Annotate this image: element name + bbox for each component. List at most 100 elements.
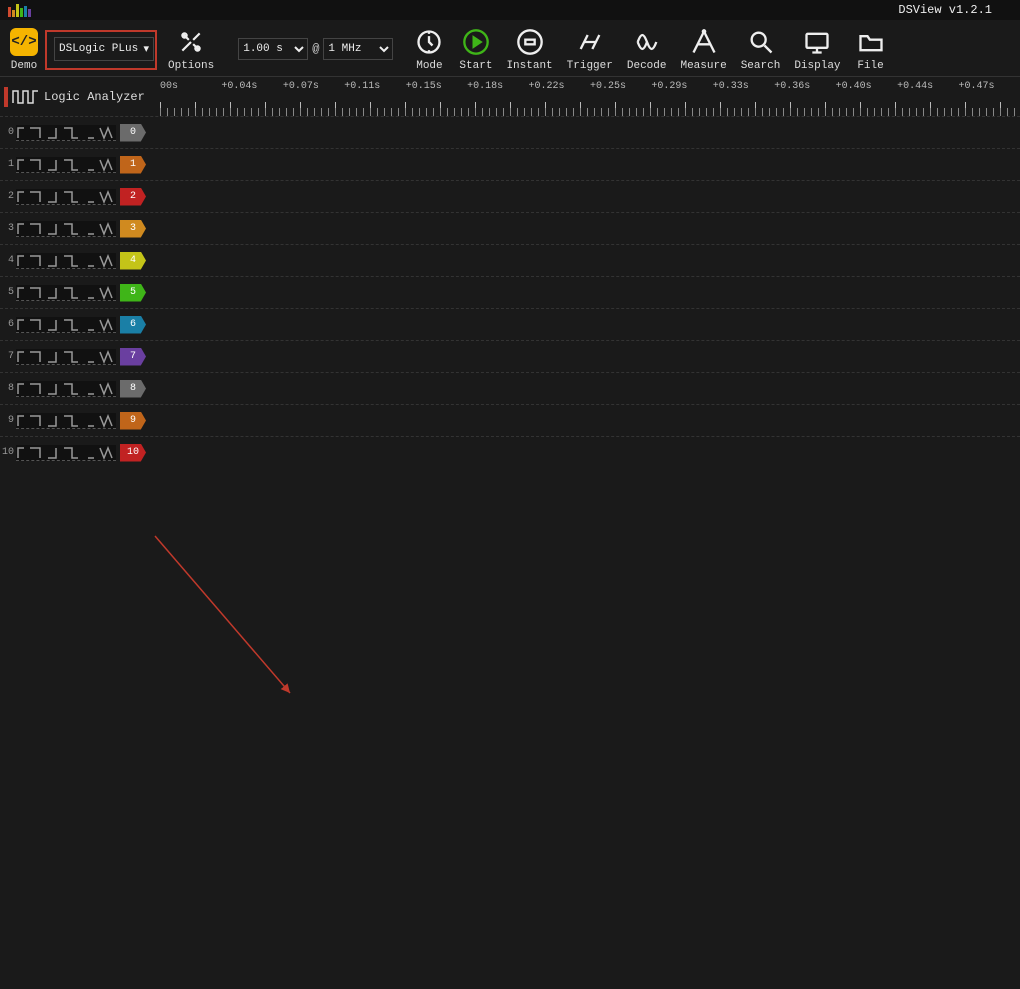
app-title: DSView v1.2.1	[898, 3, 992, 17]
trigger-pattern[interactable]	[16, 285, 116, 301]
signal-area[interactable]	[146, 341, 1020, 372]
channel-index: 7	[0, 351, 16, 362]
channel-index: 5	[0, 287, 16, 298]
channel-index: 3	[0, 223, 16, 234]
channel-row: 66	[0, 308, 1020, 340]
channel-row: 44	[0, 244, 1020, 276]
channel-row: 77	[0, 340, 1020, 372]
trigger-pattern[interactable]	[16, 221, 116, 237]
channel-badge[interactable]: 3	[120, 220, 146, 238]
channel-badge[interactable]: 9	[120, 412, 146, 430]
device-select[interactable]: DSLogic PLus ▾	[54, 37, 154, 61]
channel-index: 0	[0, 127, 16, 138]
frequency-select[interactable]: 1 MHz	[323, 38, 393, 60]
time-tick: +0.47s	[958, 81, 1019, 92]
signal-area[interactable]	[146, 309, 1020, 340]
mode-icon	[413, 26, 445, 58]
signal-area[interactable]	[146, 373, 1020, 404]
time-tick: +0.36s	[774, 81, 835, 92]
signal-area[interactable]	[146, 117, 1020, 148]
trigger-pattern[interactable]	[16, 125, 116, 141]
channel-row: 10 10	[0, 436, 1020, 468]
channel-index: 10	[0, 447, 16, 458]
trigger-pattern[interactable]	[16, 349, 116, 365]
channel-index: 2	[0, 191, 16, 202]
measure-button[interactable]: Measure	[680, 26, 726, 72]
signal-area[interactable]	[146, 437, 1020, 468]
time-tick: +0.25s	[590, 81, 651, 92]
channel-badge[interactable]: 7	[120, 348, 146, 366]
time-ruler[interactable]: 00s+0.04s+0.07s+0.11s+0.15s+0.18s+0.22s+…	[160, 77, 1020, 116]
trigger-pattern[interactable]	[16, 253, 116, 269]
trigger-pattern[interactable]	[16, 445, 116, 461]
trigger-icon	[574, 26, 606, 58]
time-tick: +0.11s	[344, 81, 405, 92]
signal-area[interactable]	[146, 213, 1020, 244]
channel-row: 88	[0, 372, 1020, 404]
channel-row: 33	[0, 212, 1020, 244]
channel-badge[interactable]: 8	[120, 380, 146, 398]
options-button[interactable]: Options	[168, 26, 214, 72]
tools-icon	[175, 26, 207, 58]
channel-badge[interactable]: 5	[120, 284, 146, 302]
trigger-pattern[interactable]	[16, 381, 116, 397]
annotation-arrow	[0, 468, 1020, 989]
time-tick: 00s	[160, 81, 221, 92]
decode-icon	[631, 26, 663, 58]
channel-index: 9	[0, 415, 16, 426]
file-button[interactable]: File	[855, 26, 887, 72]
time-tick: +0.04s	[221, 81, 282, 92]
channel-badge[interactable]: 2	[120, 188, 146, 206]
channel-index: 8	[0, 383, 16, 394]
decode-button[interactable]: Decode	[627, 26, 667, 72]
duration-select[interactable]: 1.00 s	[238, 38, 308, 60]
channel-index: 1	[0, 159, 16, 170]
time-tick: +0.44s	[897, 81, 958, 92]
time-tick: +0.22s	[529, 81, 590, 92]
analyzer-label: Logic Analyzer	[44, 90, 145, 104]
signal-area[interactable]	[146, 181, 1020, 212]
channel-badge[interactable]: 1	[120, 156, 146, 174]
display-button[interactable]: Display	[794, 26, 840, 72]
channel-row: 55	[0, 276, 1020, 308]
channel-row: 00	[0, 116, 1020, 148]
waveform-icon	[12, 88, 40, 106]
search-button[interactable]: Search	[741, 26, 781, 72]
at-label: @	[312, 42, 319, 56]
channel-index: 6	[0, 319, 16, 330]
measure-icon	[688, 26, 720, 58]
channel-row: 22	[0, 180, 1020, 212]
app-logo	[8, 3, 31, 17]
marker-bar	[4, 87, 8, 107]
play-icon	[460, 26, 492, 58]
time-tick: +0.33s	[713, 81, 774, 92]
time-tick: +0.40s	[836, 81, 897, 92]
channel-badge[interactable]: 4	[120, 252, 146, 270]
instant-button[interactable]: Instant	[506, 26, 552, 72]
time-tick: +0.07s	[283, 81, 344, 92]
channel-badge[interactable]: 6	[120, 316, 146, 334]
time-tick: +0.18s	[467, 81, 528, 92]
mode-button[interactable]: Mode	[413, 26, 445, 72]
display-icon	[801, 26, 833, 58]
robot-icon: </>	[10, 28, 38, 56]
trigger-pattern[interactable]	[16, 413, 116, 429]
signal-area[interactable]	[146, 405, 1020, 436]
trigger-pattern[interactable]	[16, 317, 116, 333]
chevron-down-icon: ▾	[143, 42, 149, 56]
trigger-pattern[interactable]	[16, 189, 116, 205]
start-button[interactable]: Start	[459, 26, 492, 72]
time-tick: +0.29s	[651, 81, 712, 92]
channel-row: 99	[0, 404, 1020, 436]
channel-badge[interactable]: 0	[120, 124, 146, 142]
channel-badge[interactable]: 10	[120, 444, 146, 462]
signal-area[interactable]	[146, 149, 1020, 180]
signal-area[interactable]	[146, 277, 1020, 308]
signal-area[interactable]	[146, 245, 1020, 276]
trigger-pattern[interactable]	[16, 157, 116, 173]
demo-device-button[interactable]: </> Demo	[8, 26, 40, 72]
time-tick: +0.15s	[406, 81, 467, 92]
folder-icon	[855, 26, 887, 58]
channel-index: 4	[0, 255, 16, 266]
trigger-button[interactable]: Trigger	[567, 26, 613, 72]
